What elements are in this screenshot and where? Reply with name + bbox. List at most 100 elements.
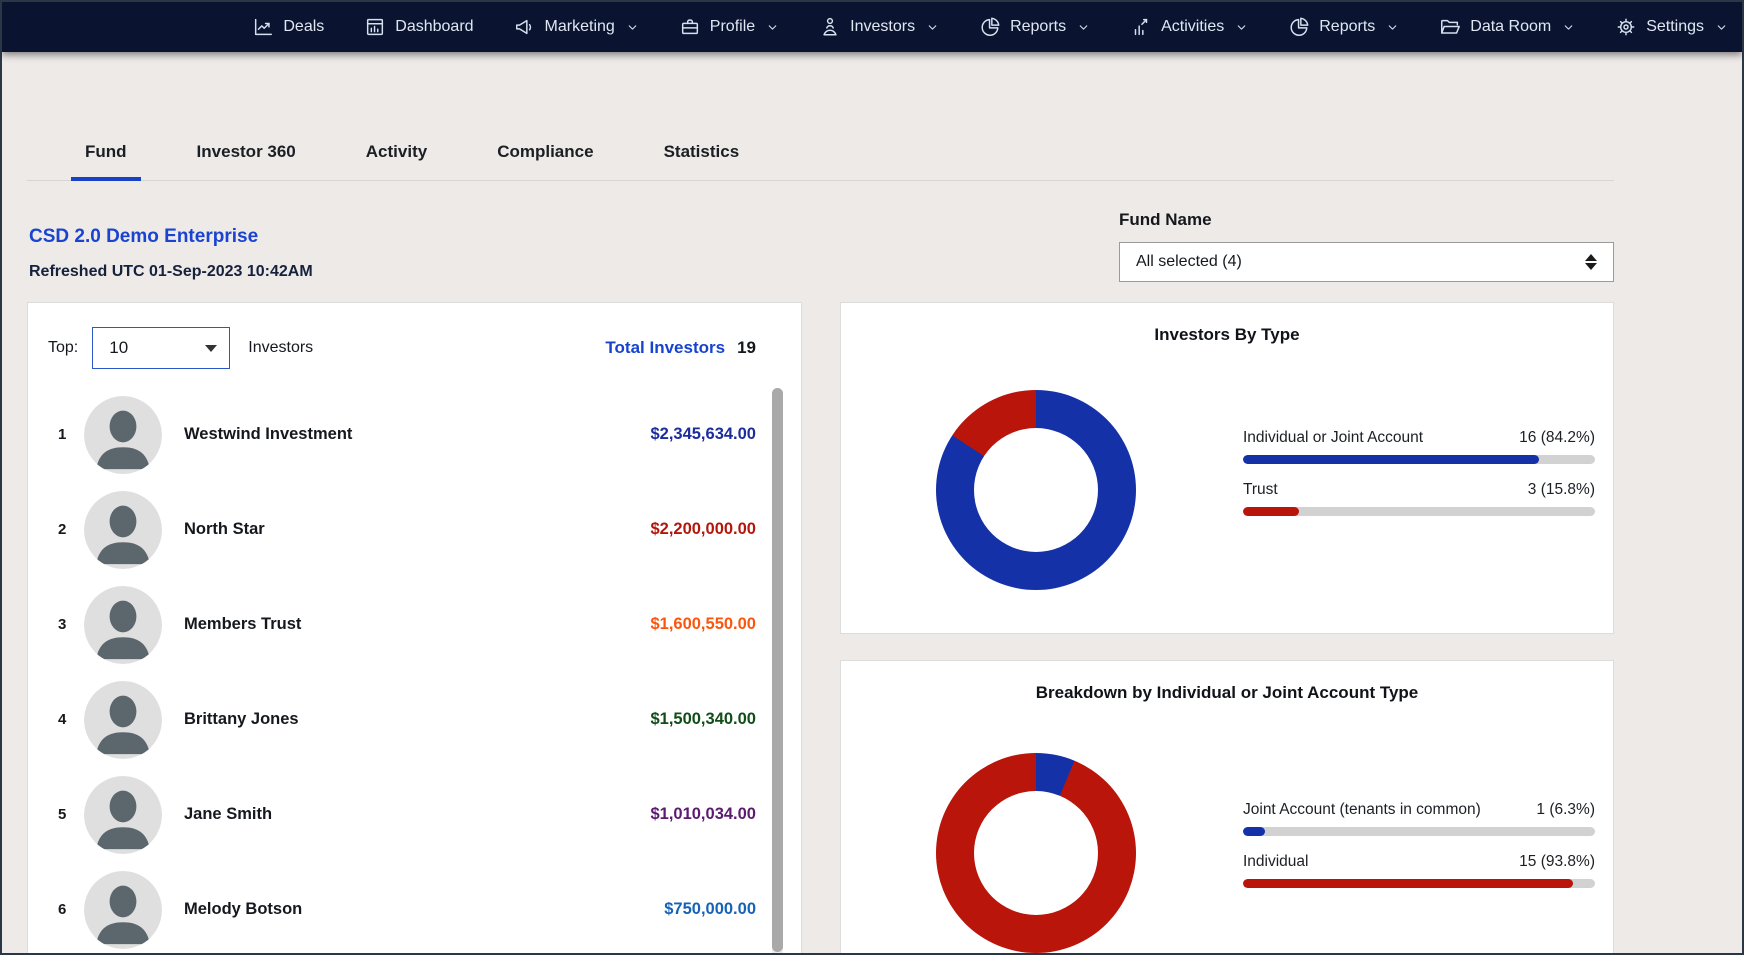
breakdown-by-account-type-card: Breakdown by Individual or Joint Account…: [840, 660, 1614, 955]
donut-chart: [936, 390, 1136, 590]
investor-row[interactable]: 2 North Star $2,200,000.00: [28, 482, 801, 577]
investor-name: North Star: [184, 520, 265, 539]
trend-chart-icon: [252, 16, 274, 38]
fund-title-link[interactable]: CSD 2.0 Demo Enterprise: [29, 226, 258, 248]
legend-entry: Trust3 (15.8%): [1243, 481, 1595, 516]
avatar: [84, 396, 162, 474]
nav-item-investors[interactable]: Investors: [819, 16, 939, 38]
investor-name: Brittany Jones: [184, 710, 299, 729]
total-investors-label[interactable]: Total Investors: [605, 338, 725, 358]
legend-entry: Individual 15 (93.8%): [1243, 853, 1595, 888]
chevron-down-icon: [766, 21, 779, 34]
nav-item-settings[interactable]: Settings: [1615, 16, 1728, 38]
legend-value: 15 (93.8%): [1519, 853, 1595, 871]
donut-chart: [936, 753, 1136, 953]
tab-activity[interactable]: Activity: [352, 142, 441, 180]
chart-legend: Joint Account (tenants in common) 1 (6.3%…: [1243, 801, 1595, 905]
nav-item-label: Profile: [710, 18, 755, 36]
top-count-select[interactable]: 10: [92, 327, 230, 369]
legend-bar-fill: [1243, 455, 1539, 464]
legend-bar-fill: [1243, 879, 1573, 888]
top-label: Top:: [48, 339, 78, 357]
tab-fund[interactable]: Fund: [71, 142, 141, 180]
fund-name-selected-value: All selected (4): [1136, 253, 1242, 271]
legend-entry: Individual or Joint Account 16 (84.2%): [1243, 429, 1595, 464]
avatar: [84, 776, 162, 854]
investor-row[interactable]: 4 Brittany Jones $1,500,340.00: [28, 672, 801, 767]
chart-legend: Individual or Joint Account 16 (84.2%) Tru…: [1243, 429, 1595, 533]
investor-list: 1 Westwind Investment $2,345,634.00 2: [28, 369, 801, 955]
investor-rank: 5: [58, 806, 84, 823]
legend-entry: Joint Account (tenants in common) 1 (6.3%…: [1243, 801, 1595, 836]
chevron-down-icon: [1077, 21, 1090, 34]
investor-amount: $1,010,034.00: [650, 805, 756, 824]
nav-item-marketing[interactable]: Marketing: [514, 16, 639, 38]
briefcase-icon: [679, 16, 701, 38]
chevron-down-icon: [1386, 21, 1399, 34]
legend-label: Joint Account (tenants in common): [1243, 801, 1481, 819]
legend-label: Individual or Joint Account: [1243, 429, 1423, 447]
investor-row[interactable]: 3 Members Trust $1,600,550.00: [28, 577, 801, 672]
tab-compliance[interactable]: Compliance: [483, 142, 607, 180]
nav-item-data-room[interactable]: Data Room: [1439, 16, 1575, 38]
nav-item-label: Settings: [1646, 18, 1704, 36]
legend-bar-fill: [1243, 827, 1265, 836]
legend-bar-fill: [1243, 507, 1299, 516]
investor-rank: 2: [58, 521, 84, 538]
tab-statistics[interactable]: Statistics: [650, 142, 754, 180]
legend-value: 1 (6.3%): [1536, 801, 1595, 819]
chevron-down-icon: [1715, 21, 1728, 34]
folder-icon: [1439, 16, 1461, 38]
nav-item-activities[interactable]: Activities: [1130, 16, 1248, 38]
dashboard-icon: [364, 16, 386, 38]
top-navbar: Deals Dashboard Marketing Profile: [2, 2, 1742, 52]
refreshed-timestamp: Refreshed UTC 01-Sep-2023 10:42AM: [29, 263, 313, 281]
avatar: [84, 681, 162, 759]
list-scrollbar[interactable]: [772, 388, 783, 955]
megaphone-icon: [514, 16, 536, 38]
investor-amount: $750,000.00: [664, 900, 756, 919]
nav-item-reports[interactable]: Reports: [1288, 16, 1399, 38]
nav-item-profile[interactable]: Profile: [679, 16, 779, 38]
bar-chart-icon: [1130, 16, 1152, 38]
scrollbar-thumb[interactable]: [772, 388, 783, 952]
legend-value: 16 (84.2%): [1519, 429, 1595, 447]
nav-item-label: Marketing: [545, 18, 615, 36]
nav-item-deals[interactable]: Deals: [252, 16, 324, 38]
investor-rank: 4: [58, 711, 84, 728]
investor-name: Westwind Investment: [184, 425, 352, 444]
legend-bar-track: [1243, 827, 1595, 836]
tab-investor-360[interactable]: Investor 360: [183, 142, 310, 180]
nav-item-label: Activities: [1161, 18, 1224, 36]
avatar: [84, 491, 162, 569]
chevron-down-icon: [626, 21, 639, 34]
legend-value: 3 (15.8%): [1528, 481, 1595, 499]
fund-name-label: Fund Name: [1119, 210, 1212, 230]
top-investors-card: Top: 10 Investors Total Investors 19 1: [27, 302, 802, 955]
nav-item-reports[interactable]: Reports: [979, 16, 1090, 38]
nav-item-label: Dashboard: [395, 18, 473, 36]
investor-name: Jane Smith: [184, 805, 272, 824]
nav-item-label: Deals: [283, 18, 324, 36]
investor-name: Melody Botson: [184, 900, 302, 919]
investor-rank: 3: [58, 616, 84, 633]
legend-bar-track: [1243, 507, 1595, 516]
investor-row[interactable]: 5 Jane Smith $1,010,034.00: [28, 767, 801, 862]
investor-row[interactable]: 6 Melody Botson $750,000.00: [28, 862, 801, 955]
legend-bar-track: [1243, 879, 1595, 888]
investor-rank: 1: [58, 426, 84, 443]
pie-chart-icon: [979, 16, 1001, 38]
investor-amount: $2,200,000.00: [650, 520, 756, 539]
avatar: [84, 871, 162, 949]
investor-amount: $1,500,340.00: [650, 710, 756, 729]
pie-chart-icon: [1288, 16, 1310, 38]
investor-amount: $1,600,550.00: [650, 615, 756, 634]
investor-row[interactable]: 1 Westwind Investment $2,345,634.00: [28, 387, 801, 482]
chart-title: Breakdown by Individual or Joint Account…: [841, 683, 1613, 703]
legend-label: Individual: [1243, 853, 1309, 871]
nav-item-dashboard[interactable]: Dashboard: [364, 16, 473, 38]
avatar: [84, 586, 162, 664]
total-investors-count: 19: [737, 338, 756, 358]
fund-name-select[interactable]: All selected (4): [1119, 242, 1614, 282]
top-count-value: 10: [109, 338, 128, 358]
